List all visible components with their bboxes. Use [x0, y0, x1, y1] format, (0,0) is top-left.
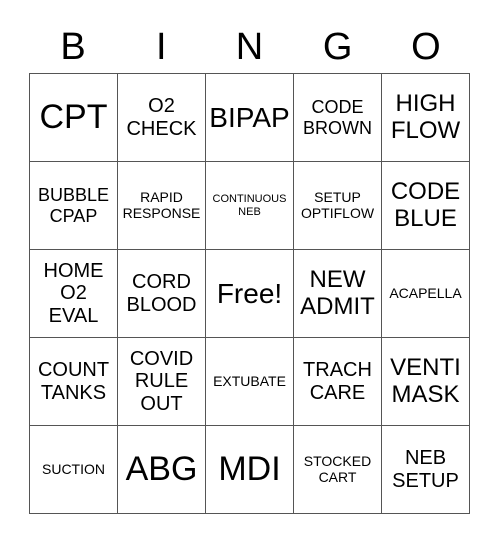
cell-label: BIPAP [209, 101, 290, 133]
bingo-cell-free[interactable]: Free! [206, 250, 294, 338]
cell-label: CODE BLUE [390, 177, 461, 232]
cell-label: SETUP OPTIFLOW [300, 188, 375, 221]
bingo-cell-r2-c5[interactable]: CODE BLUE [382, 162, 470, 250]
bingo-cell-r5-c4[interactable]: STOCKED CART [294, 426, 382, 514]
cell-label: EXTUBATE [213, 372, 286, 389]
cell-label: CPT [39, 98, 108, 137]
cell-label: COUNT TANKS [37, 359, 110, 404]
bingo-cell-r5-c2[interactable]: ABG [118, 426, 206, 514]
header-letter-g: G [322, 26, 353, 68]
bingo-header: B I N G O [29, 22, 470, 72]
bingo-cell-r2-c2[interactable]: RAPID RESPONSE [118, 162, 206, 250]
bingo-cell-r3-c4[interactable]: NEW ADMIT [294, 250, 382, 338]
header-letter-n: N [235, 26, 264, 68]
bingo-cell-r5-c3[interactable]: MDI [206, 426, 294, 514]
bingo-cell-r2-c3[interactable]: CONTINUOUS NEB [206, 162, 294, 250]
bingo-cell-r1-c3[interactable]: BIPAP [206, 74, 294, 162]
cell-label: ACAPELLA [389, 284, 462, 301]
bingo-cell-r1-c2[interactable]: O2 CHECK [118, 74, 206, 162]
cell-label: RAPID RESPONSE [122, 188, 201, 221]
cell-label: MDI [218, 450, 281, 489]
cell-label: NEB SETUP [392, 447, 459, 492]
cell-label: TRACH CARE [303, 359, 372, 404]
bingo-cell-r4-c1[interactable]: COUNT TANKS [30, 338, 118, 426]
bingo-cell-r4-c2[interactable]: COVID RULE OUT [118, 338, 206, 426]
cell-label: CODE BROWN [303, 97, 372, 138]
bingo-cell-r2-c1[interactable]: BUBBLE CPAP [30, 162, 118, 250]
cell-label: ABG [125, 450, 198, 489]
free-space-label: Free! [216, 277, 283, 309]
bingo-cell-r3-c5[interactable]: ACAPELLA [382, 250, 470, 338]
bingo-cell-r4-c4[interactable]: TRACH CARE [294, 338, 382, 426]
bingo-cell-r5-c1[interactable]: SUCTION [30, 426, 118, 514]
bingo-cell-r3-c2[interactable]: CORD BLOOD [118, 250, 206, 338]
bingo-cell-r4-c5[interactable]: VENTI MASK [382, 338, 470, 426]
bingo-cell-r4-c3[interactable]: EXTUBATE [206, 338, 294, 426]
cell-label: VENTI MASK [390, 353, 461, 408]
bingo-grid: CPT O2 CHECK BIPAP CODE BROWN HIGH FLOW … [29, 73, 470, 514]
cell-label: CONTINUOUS NEB [212, 193, 287, 218]
bingo-cell-r1-c5[interactable]: HIGH FLOW [382, 74, 470, 162]
bingo-cell-r1-c4[interactable]: CODE BROWN [294, 74, 382, 162]
header-letter-b: B [60, 26, 86, 68]
bingo-cell-r2-c4[interactable]: SETUP OPTIFLOW [294, 162, 382, 250]
cell-label: HIGH FLOW [390, 89, 461, 144]
header-letter-i: I [156, 26, 167, 68]
bingo-cell-r3-c1[interactable]: HOME O2 EVAL [30, 250, 118, 338]
cell-label: COVID RULE OUT [129, 347, 194, 415]
cell-label: NEW ADMIT [300, 265, 375, 320]
cell-label: SUCTION [42, 460, 105, 477]
cell-label: HOME O2 EVAL [43, 259, 104, 327]
bingo-cell-r1-c1[interactable]: CPT [30, 74, 118, 162]
cell-label: STOCKED CART [303, 452, 372, 485]
cell-label: CORD BLOOD [126, 271, 197, 316]
bingo-cell-r5-c5[interactable]: NEB SETUP [382, 426, 470, 514]
header-letter-o: O [411, 26, 441, 68]
cell-label: BUBBLE CPAP [37, 185, 110, 226]
cell-label: O2 CHECK [126, 95, 197, 140]
